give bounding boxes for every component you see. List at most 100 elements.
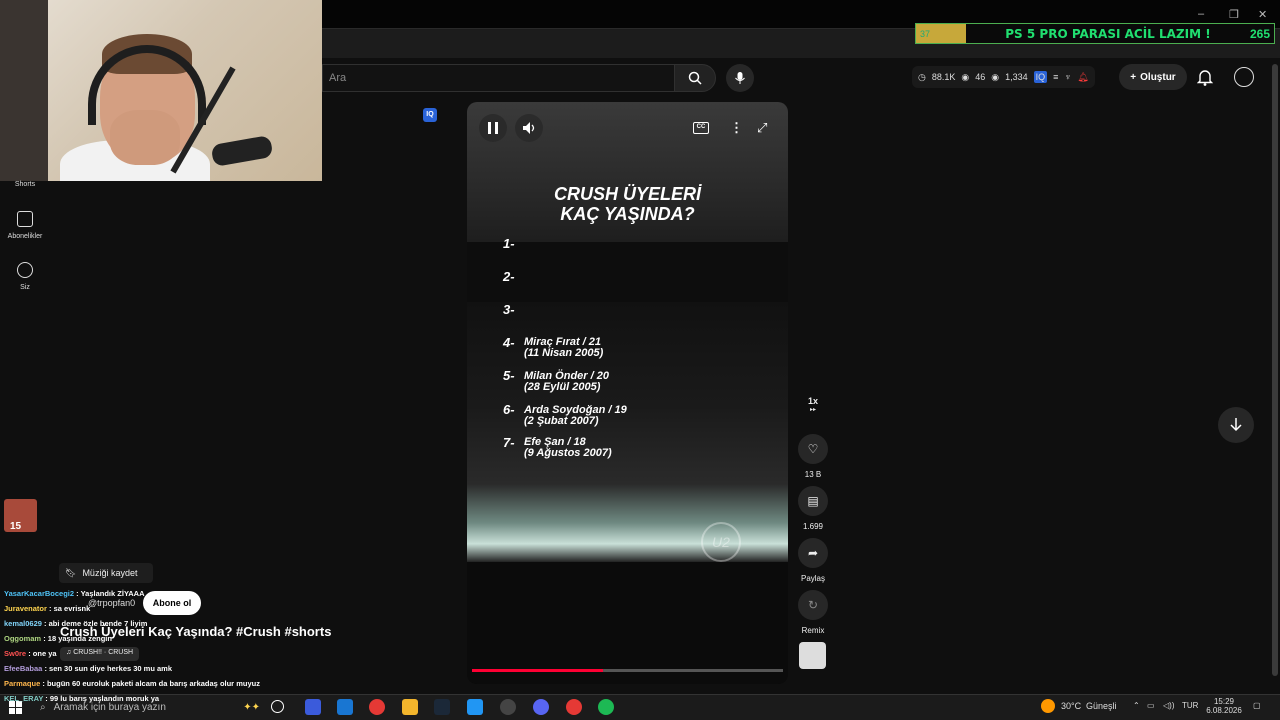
- title-line-1: CRUSH ÜYELERİ: [553, 184, 701, 204]
- video-overlay-title: CRUSH ÜYELERİ KAÇ YAŞINDA?: [467, 184, 788, 224]
- search-button[interactable]: [674, 64, 716, 92]
- chrome-icon[interactable]: [369, 699, 385, 715]
- chat-message: KEL_ERAY : 99 lu barış yaşlandın moruk y…: [4, 694, 159, 703]
- spotify-icon[interactable]: [598, 699, 614, 715]
- minimize-button[interactable]: –: [1198, 8, 1204, 20]
- maximize-button[interactable]: ❐: [1229, 8, 1239, 21]
- comments-button[interactable]: ▤ 1.699: [796, 486, 830, 531]
- rank-5: 5-: [503, 368, 515, 383]
- store-icon[interactable]: [337, 699, 353, 715]
- discord-icon[interactable]: [533, 699, 549, 715]
- avatar[interactable]: [1234, 67, 1254, 87]
- video-scene: [467, 302, 788, 562]
- title-line-2: KAÇ YAŞINDA?: [560, 204, 695, 224]
- chat-message: EfeeBabaa : sen 30 sun diye herkes 30 mu…: [4, 664, 172, 673]
- close-button[interactable]: ✕: [1258, 8, 1267, 21]
- app-icon[interactable]: [467, 699, 483, 715]
- donation-goal-banner: 37 PS 5 PRO PARASI ACİL LAZIM ! 265: [915, 23, 1275, 44]
- obs-icon[interactable]: [500, 699, 516, 715]
- weather-temp[interactable]: 30°C: [1061, 701, 1081, 711]
- more-options-icon[interactable]: ⋮: [730, 120, 743, 136]
- pause-button[interactable]: [479, 114, 507, 142]
- taskbar-clock[interactable]: 15:29 6.08.2026: [1206, 697, 1242, 715]
- save-music-button[interactable]: 🔖︎ Müziği kaydet: [59, 563, 153, 583]
- taskbar-search-placeholder: Aramak için buraya yazın: [53, 701, 166, 713]
- remix-button[interactable]: ↻ Remix: [796, 590, 830, 635]
- captions-icon[interactable]: CC: [693, 122, 709, 134]
- playback-speed-button[interactable]: 1x ▸▸: [796, 396, 830, 413]
- sidebar-item-label: Siz: [20, 284, 30, 291]
- member-entry: Milan Önder / 20 (28 Eylül 2005): [524, 371, 609, 393]
- weather-text[interactable]: Güneşli: [1086, 701, 1117, 711]
- member-birthdate: (2 Şubat 2007): [524, 415, 599, 427]
- user-icon: [17, 262, 33, 278]
- clock-icon: ◷: [918, 71, 926, 82]
- search-input[interactable]: Ara: [322, 64, 674, 92]
- video-background-bottom: [467, 562, 788, 684]
- notification-bell-icon[interactable]: 🔔︎: [1077, 72, 1088, 83]
- chat-text: : sen 30 sun diye herkes 30 mu amk: [44, 664, 173, 673]
- create-label: Oluştur: [1140, 71, 1176, 83]
- app-icon[interactable]: [305, 699, 321, 715]
- network-icon[interactable]: ▭: [1147, 701, 1155, 710]
- sidebar-item-label: Abonelikler: [7, 233, 43, 240]
- chat-username: Parmaque: [4, 679, 41, 688]
- sidebar-item-subscriptions[interactable]: Abonelikler: [0, 211, 50, 240]
- chat-text: : Yaşlandık ZİYAAA: [76, 589, 145, 598]
- eye-icon: ◉: [961, 71, 970, 82]
- member-birthdate: (11 Nisan 2005): [524, 347, 604, 359]
- queue-icon[interactable]: ≡: [1053, 72, 1058, 82]
- chat-username: kemal0629: [4, 619, 42, 628]
- like-button[interactable]: ♡ 13 B: [796, 434, 830, 479]
- shorts-video-player[interactable]: CC ⋮ ⤢ CRUSH ÜYELERİ KAÇ YAŞINDA? 1- 2- …: [467, 102, 788, 684]
- share-button[interactable]: ➦ Paylaş: [796, 538, 830, 583]
- sidebar-item-you[interactable]: Siz: [0, 262, 50, 291]
- subscribe-button[interactable]: Abone ol: [143, 591, 201, 615]
- weather-icon: [1041, 699, 1055, 713]
- webcam-overlay: [0, 0, 322, 181]
- sidebar-item-label: Shorts: [14, 181, 36, 188]
- fullscreen-icon[interactable]: ⤢: [757, 120, 767, 136]
- steam-icon[interactable]: [434, 699, 450, 715]
- volume-icon[interactable]: ◁)): [1163, 701, 1174, 710]
- rank-1: 1-: [503, 236, 515, 251]
- create-button[interactable]: + Oluştur: [1119, 64, 1187, 90]
- comment-icon: ▤: [798, 486, 828, 516]
- viewers-count: 46: [975, 72, 986, 82]
- member-entry: Efe Şan / 18 (9 Ağustos 2007): [524, 437, 612, 459]
- voice-search-button[interactable]: [726, 64, 754, 92]
- iq-icon[interactable]: IQ: [423, 108, 437, 122]
- next-video-button[interactable]: [1218, 407, 1254, 443]
- iq-icon[interactable]: IQ: [1033, 71, 1048, 83]
- sidebar-item-shorts[interactable]: Shorts: [0, 181, 50, 188]
- sound-thumbnail[interactable]: [799, 642, 826, 669]
- bell-icon: [1196, 70, 1214, 86]
- heart-icon: ♡: [798, 434, 828, 464]
- save-music-label: Müziği kaydet: [82, 568, 138, 578]
- rank-6: 6-: [503, 402, 515, 417]
- notifications-button[interactable]: [1196, 68, 1214, 86]
- scrollbar[interactable]: [1272, 64, 1278, 676]
- stream-stats: ◷ 88.1K ◉ 46 ◉ 1,334 IQ ≡ ♆ 🔔︎: [912, 66, 1095, 88]
- channel-handle[interactable]: @trpopfan0: [88, 598, 135, 608]
- folder-icon[interactable]: [402, 699, 418, 715]
- music-pill[interactable]: ♫ CRUSH!! · CRUSH: [60, 647, 140, 661]
- chrome-icon[interactable]: [566, 699, 582, 715]
- notification-center-icon[interactable]: ▢: [1253, 701, 1261, 710]
- trophy-icon[interactable]: ♆: [1064, 72, 1071, 82]
- bookmark-icon: 🔖︎: [65, 567, 77, 578]
- chat-text: : bugün 60 euroluk paketi alcam da barış…: [42, 679, 260, 688]
- video-progress-fill: [472, 669, 603, 672]
- volume-button[interactable]: [515, 114, 543, 142]
- goal-count: 265: [1249, 26, 1270, 41]
- video-progress-bar[interactable]: [472, 669, 783, 672]
- playback-speed: 1x: [807, 396, 818, 406]
- task-view-icon[interactable]: [271, 700, 284, 713]
- time: 15:29: [1213, 697, 1235, 706]
- comment-count: 1.699: [802, 522, 824, 531]
- language-indicator[interactable]: TUR: [1182, 701, 1198, 710]
- search-icon: ⌕: [40, 701, 46, 713]
- microphone-icon: [735, 72, 745, 84]
- tray-chevron-icon[interactable]: ⌃: [1133, 701, 1140, 710]
- chat-username: EfeeBabaa: [4, 664, 43, 673]
